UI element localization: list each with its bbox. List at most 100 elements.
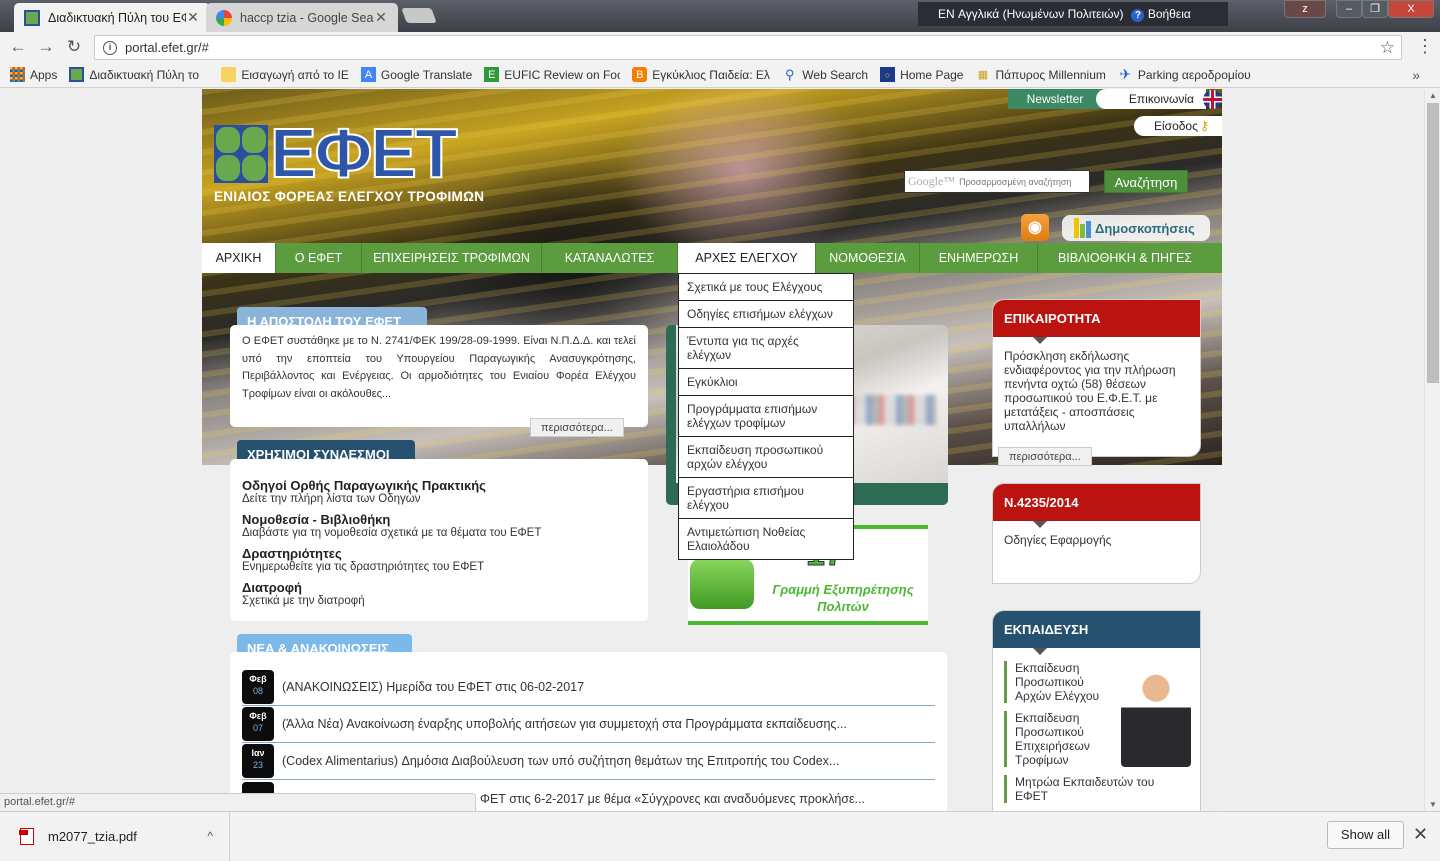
link-item[interactable]: Νομοθεσία - Βιβλιοθήκη Διαβάστε για τη νο… (242, 513, 636, 540)
dropdown-item[interactable]: Προγράμματα επισήμων ελέγχων τροφίμων (679, 396, 853, 437)
link-item[interactable]: Δραστηριότητες Ενημερωθείτε για τις δραστ… (242, 547, 636, 574)
restore-button[interactable]: ❐ (1362, 0, 1388, 18)
tab-google[interactable]: haccp tzia - Google Search ✕ (206, 3, 398, 32)
link-title[interactable]: Διατροφή (242, 581, 636, 595)
address-bar[interactable]: i portal.efet.gr/# ☆ (94, 35, 1402, 60)
bookmark-blogger[interactable]: B Εγκύκλιος Παιδεία: Ελ (632, 67, 770, 82)
dropdown-item[interactable]: Οδηγίες επισήμων ελέγχων (679, 301, 853, 328)
announcement-item[interactable]: Φεβ 07 (Άλλα Νέα) Ανακοίνωση έναρξης υποβ… (242, 706, 935, 743)
page-viewport: ΕΦΕΤ ΕΝΙΑΙΟΣ ΦΟΡΕΑΣ ΕΛΕΓΧΟΥ ΤΡΟΦΙΜΩΝ New… (0, 89, 1424, 811)
search-button[interactable]: Αναζήτηση (1104, 170, 1188, 193)
nav-home[interactable]: ΑΡΧΙΚΗ (202, 243, 276, 273)
bookmark-home-page[interactable]: ○ Home Page (880, 67, 963, 82)
translate-icon: A (360, 67, 376, 82)
search-input[interactable]: Google™ Προσαρμοσμένη αναζήτηση (904, 170, 1090, 193)
efet-site: ΕΦΕΤ ΕΝΙΑΙΟΣ ΦΟΡΕΑΣ ΕΛΕΓΧΟΥ ΤΡΟΦΙΜΩΝ New… (202, 89, 1222, 811)
help-icon: ? (1131, 8, 1145, 22)
bookmark-folder-ie[interactable]: Εισαγωγή από το IE (221, 67, 349, 82)
download-filename[interactable]: m2077_tzia.pdf (48, 829, 137, 844)
announcement-title[interactable]: (Codex Alimentarius) Δημόσια Διαβούλευση… (282, 754, 839, 768)
polls-button[interactable]: Δημοσκοπήσεις (1062, 215, 1210, 241)
bookmark-parking[interactable]: ✈ Parking αεροδρομίου (1118, 67, 1264, 82)
language-bar[interactable]: EN Αγγλικά (Ηνωμένων Πολιτειών) ? Βοήθει… (918, 2, 1228, 26)
url-text[interactable]: portal.efet.gr/# (125, 40, 209, 55)
bookmark-star-icon[interactable]: ☆ (1380, 38, 1395, 58)
bookmark-apps[interactable]: Apps (10, 67, 57, 82)
browser-titlebar: Διαδικτυακή Πύλη του ΕΦΕΤ ✕ haccp tzia -… (0, 0, 1440, 32)
contact-link[interactable]: Επικοινωνία (1096, 89, 1206, 109)
newsletter-link[interactable]: Newsletter (1008, 89, 1102, 109)
close-window-button[interactable]: X (1388, 0, 1434, 18)
nav-about[interactable]: Ο ΕΦΕΤ (276, 243, 362, 273)
dropdown-item[interactable]: Εκπαίδευση προσωπικού αρχών ελέγχου (679, 437, 853, 478)
bar-chart-icon (1074, 218, 1091, 238)
rss-icon[interactable]: ◉ (1021, 214, 1049, 241)
mission-more-button[interactable]: περισσότερα... (530, 418, 624, 437)
phone-icon (690, 559, 754, 609)
current-affairs-more-button[interactable]: περισσότερα... (998, 447, 1092, 466)
pdf-icon (19, 827, 34, 845)
bookmarks-overflow-button[interactable]: » (1412, 67, 1420, 83)
bookmarks-bar: Apps Διαδικτυακή Πύλη το Εισαγωγή από το… (0, 62, 1440, 88)
reload-icon[interactable]: ↻ (60, 37, 88, 57)
link-item[interactable]: Διατροφή Σχετικά με την διατροφή (242, 581, 636, 608)
link-title[interactable]: Δραστηριότητες (242, 547, 636, 561)
link-title[interactable]: Οδηγοί Ορθής Παραγωγικής Πρακτικής (242, 479, 636, 493)
nav-library[interactable]: ΒΙΒΛΙΟΘΗΚΗ & ΠΗΓΕΣ (1038, 243, 1212, 273)
education-link[interactable]: Εκπαίδευση Προσωπικού Αρχών Ελέγχου (1004, 661, 1114, 703)
back-icon[interactable]: ← (4, 37, 32, 57)
tab-efet[interactable]: Διαδικτυακή Πύλη του ΕΦΕΤ ✕ (14, 3, 210, 32)
chevron-up-icon[interactable]: ^ (207, 829, 213, 843)
browser-menu-icon[interactable]: ⋮ (1416, 36, 1434, 57)
help-button[interactable]: ? Βοήθεια (1131, 7, 1191, 22)
login-link[interactable]: Είσοδος ⚷ (1134, 116, 1222, 136)
eufic-icon: E (484, 67, 500, 82)
nav-news[interactable]: ΕΝΗΜΕΡΩΣΗ (920, 243, 1038, 273)
dropdown-item[interactable]: Εργαστήρια επισήμου ελέγχου (679, 478, 853, 519)
nav-consumers[interactable]: ΚΑΤΑΝΑΛΩΤΕΣ (542, 243, 678, 273)
download-item[interactable]: m2077_tzia.pdf ^ (0, 811, 230, 861)
google-favicon-icon (216, 9, 232, 26)
dropdown-item[interactable]: Αντιμετώπιση Νοθείας Ελαιολάδου (679, 519, 853, 559)
new-tab-button[interactable] (401, 8, 437, 23)
eu-icon: ○ (880, 67, 896, 82)
page-scrollbar[interactable]: ▲ ▼ (1424, 89, 1440, 811)
education-link[interactable]: Μητρώα Εκπαιδευτών του ΕΦΕΤ (1004, 775, 1189, 803)
link-title[interactable]: Νομοθεσία - Βιβλιοθήκη (242, 513, 636, 527)
scroll-up-icon[interactable]: ▲ (1425, 91, 1440, 100)
announcement-title[interactable]: (Άλλα Νέα) Ανακοίνωση έναρξης υποβολής α… (282, 717, 847, 731)
nav-control-authorities[interactable]: ΑΡΧΕΣ ΕΛΕΓΧΟΥ (678, 243, 816, 273)
dropdown-item[interactable]: Σχετικά με τους Ελέγχους (679, 274, 853, 301)
dropdown-item[interactable]: Έντυπα για τις αρχές ελέγχων (679, 328, 853, 369)
close-tab-icon[interactable]: ✕ (374, 9, 388, 26)
bookmark-efet[interactable]: Διαδικτυακή Πύλη το (69, 67, 209, 82)
show-all-downloads-button[interactable]: Show all (1327, 821, 1404, 849)
announcements-panel: Φεβ 08 (ΑΝΑΚΟΙΝΩΣΕΙΣ) Ημερίδα του ΕΦΕΤ στ… (230, 652, 947, 811)
announcement-title[interactable]: (ΑΝΑΚΟΙΝΩΣΕΙΣ) Ημερίδα του ΕΦΕΤ στις 06-… (282, 680, 584, 694)
bookmark-google-translate[interactable]: A Google Translate (360, 67, 472, 82)
close-tab-icon[interactable]: ✕ (186, 9, 200, 26)
announcement-item[interactable]: Φεβ 08 (ΑΝΑΚΟΙΝΩΣΕΙΣ) Ημερίδα του ΕΦΕΤ στ… (242, 669, 935, 706)
announcement-item[interactable]: Ιαν 23 (Codex Alimentarius) Δημόσια Διαβο… (242, 743, 935, 780)
forward-icon[interactable]: → (32, 37, 60, 57)
dropdown-item[interactable]: Εγκύκλιοι (679, 369, 853, 396)
link-item[interactable]: Οδηγοί Ορθής Παραγωγικής Πρακτικής Δείτε … (242, 479, 636, 506)
info-icon[interactable]: i (103, 40, 117, 55)
bookmark-papyrus[interactable]: ▦ Πάπυρος Millennium (975, 67, 1106, 82)
current-affairs-text[interactable]: Πρόσκληση εκδήλωσης ενδιαφέροντος για τη… (993, 337, 1200, 445)
scroll-thumb[interactable] (1427, 103, 1439, 383)
bookmark-eufic[interactable]: E EUFIC Review on Food (484, 67, 620, 82)
nav-food-businesses[interactable]: ΕΠΙΧΕΙΡΗΣΕΙΣ ΤΡΟΦΙΜΩΝ (362, 243, 542, 273)
search-icon: ⚲ (785, 67, 795, 82)
law-link[interactable]: Οδηγίες Εφαρμογής (993, 521, 1200, 559)
bookmark-web-search[interactable]: ⚲ Web Search (782, 67, 868, 82)
education-link[interactable]: Εκπαίδευση Προσωπικού Επιχειρήσεων Τροφί… (1004, 711, 1114, 767)
papyrus-icon: ▦ (977, 69, 989, 81)
language-label[interactable]: EN Αγγλικά (Ηνωμένων Πολιτειών) (938, 7, 1123, 21)
close-downloads-icon[interactable]: ✕ (1413, 824, 1428, 845)
uk-flag-icon[interactable] (1203, 90, 1222, 109)
minimize-button[interactable]: – (1336, 0, 1362, 18)
date-month: Ιαν (251, 748, 265, 758)
nav-legislation[interactable]: ΝΟΜΟΘΕΣΙΑ (816, 243, 920, 273)
scroll-down-icon[interactable]: ▼ (1425, 800, 1440, 809)
